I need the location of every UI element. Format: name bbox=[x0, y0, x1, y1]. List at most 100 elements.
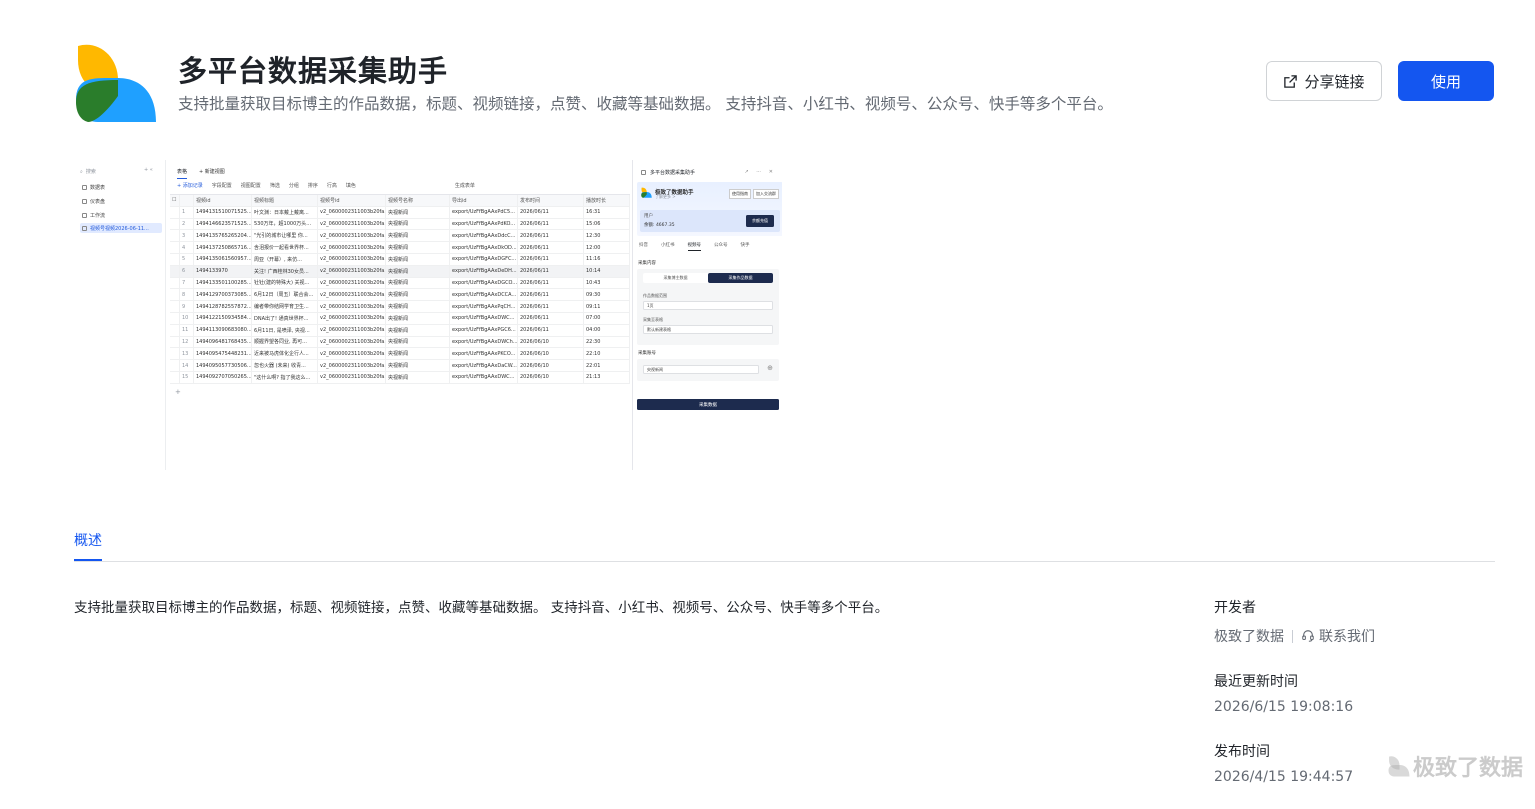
preview-table-cell: export/UzFfBgAAxPqCH... bbox=[450, 301, 518, 312]
preview-table-cell: 忽也火器 (未来) 收青... bbox=[252, 360, 318, 371]
share-link-label: 分享链接 bbox=[1304, 72, 1365, 91]
contact-us-link[interactable]: 联系我们 bbox=[1301, 626, 1375, 646]
preview-toolbar-item: 筛选 bbox=[269, 183, 280, 189]
preview-add-icon: + « bbox=[144, 167, 153, 173]
preview-row-index: 8 bbox=[180, 289, 194, 301]
preview-add-account-icon: ⊕ bbox=[767, 364, 773, 372]
developer-divider bbox=[1292, 629, 1293, 643]
preview-toolbar-item: 分组 bbox=[288, 183, 299, 189]
preview-table-cell: 2026/06/11 bbox=[518, 230, 584, 242]
preview-table-cell: 央视新闻 bbox=[386, 312, 450, 324]
preview-table-cell: 09:11 bbox=[584, 301, 630, 312]
preview-toolbar-item: 字段配置 bbox=[211, 183, 232, 189]
preview-group-button: 加入交流群 bbox=[753, 189, 779, 199]
preview-row-index: 6 bbox=[180, 265, 194, 277]
preview-table-row: 5 1494135061560957... 周亚（开幕）, 来仿... v2_0600… bbox=[170, 253, 630, 266]
preview-row-index: 11 bbox=[180, 324, 194, 336]
preview-table-cell: 04:00 bbox=[584, 324, 630, 336]
preview-row-checkbox bbox=[170, 324, 180, 336]
preview-table-cell: 1494122150934584... bbox=[194, 312, 252, 324]
preview-table-cell: 2026/06/11 bbox=[518, 301, 584, 312]
watermark-text: 极致了数据 bbox=[1413, 756, 1524, 781]
preview-table-cell: 央视新闻 bbox=[386, 324, 450, 336]
preview-header-index bbox=[180, 195, 194, 206]
preview-table-cell: 2026/06/11 bbox=[518, 277, 584, 289]
preview-platform-tab: 公众号 bbox=[714, 243, 728, 248]
preview-toolbar-item: 视图配置 bbox=[240, 183, 261, 189]
preview-column-header: 视频id bbox=[194, 195, 252, 206]
preview-table-cell: 2026/06/11 bbox=[518, 265, 584, 277]
preview-table-row: 3 1494135765265204... "光引的城市让哪里 你... v2_060… bbox=[170, 230, 630, 243]
preview-table-cell: export/UzFfBgAAxPdKO... bbox=[450, 218, 518, 230]
preview-table-cell: 央视新闻 bbox=[386, 371, 450, 383]
preview-platform-tab: 快手 bbox=[740, 243, 750, 248]
preview-table-cell: export/UzFfBgAAxDWC... bbox=[450, 371, 518, 383]
preview-table-cell: 含泪报价一起看世界杯... bbox=[252, 242, 318, 253]
preview-toolbar-item: 填色 bbox=[345, 183, 356, 189]
preview-table-cell: 钍钍(建的特殊大) 关视... bbox=[252, 277, 318, 289]
preview-table-select: 默认新建表格 bbox=[643, 325, 773, 334]
preview-account-input: 央视新闻 bbox=[643, 365, 759, 374]
preview-row-checkbox bbox=[170, 230, 180, 242]
share-link-button[interactable]: 分享链接 bbox=[1266, 61, 1382, 101]
preview-table-cell: export/UzFfBgAAxDeDH... bbox=[450, 265, 518, 277]
preview-account-box: 央视新闻 ⊕ bbox=[637, 359, 779, 381]
preview-content-box: 采集博主数据 采集作品数据 作品数据范围 1页 采集至表格 默认新建表格 bbox=[637, 269, 779, 345]
preview-row-index: 1 bbox=[180, 206, 194, 218]
preview-row-checkbox bbox=[170, 206, 180, 218]
tab-overview[interactable]: 概述 bbox=[74, 530, 102, 550]
preview-table-cell: 1494137250865716... bbox=[194, 242, 252, 253]
preview-table-cell: 央视新闻 bbox=[386, 253, 450, 265]
preview-field-label: 采集至表格 bbox=[643, 317, 663, 322]
preview-nav-item: 数据表 bbox=[80, 182, 162, 192]
share-icon bbox=[1284, 74, 1298, 88]
overview-description: 支持批量获取目标博主的作品数据，标题、视频链接，点赞、收藏等基础数据。 支持抖音… bbox=[74, 600, 889, 616]
preview-table-row: 1 1494131510071525... 叶文渊：日本戴上戴离... v2_0600… bbox=[170, 206, 630, 219]
app-description: 支持批量获取目标博主的作品数据，标题、视频链接，点赞、收藏等基础数据。 支持抖音… bbox=[178, 95, 1113, 113]
preview-segment-control: 采集博主数据 采集作品数据 bbox=[643, 273, 773, 283]
preview-panel-tools-icon: ↗ ⋯ ✕ bbox=[744, 169, 776, 175]
preview-row-checkbox bbox=[170, 277, 180, 289]
preview-table-cell: export/UzFfBgAAxPdC5... bbox=[450, 206, 518, 218]
preview-table-cell: 1494135061560957... bbox=[194, 253, 252, 265]
preview-row-index: 5 bbox=[180, 253, 194, 265]
preview-table-cell: 1494095057730506... bbox=[194, 360, 252, 371]
preview-table-row: 13 1494095475448231... 近来被马虎体化企行人... v2_060… bbox=[170, 348, 630, 361]
developer-name: 极致了数据 bbox=[1214, 629, 1284, 645]
preview-table-cell: 530万年，超1000万头... bbox=[252, 218, 318, 230]
preview-table-cell: export/UzFfBgAAxDaCW... bbox=[450, 360, 518, 371]
preview-table-cell: 央视新闻 bbox=[386, 301, 450, 312]
preview-nav-label: 工作流 bbox=[90, 212, 106, 219]
preview-table-cell: 12:00 bbox=[584, 242, 630, 253]
preview-platform-tab: 抖音 bbox=[639, 243, 648, 248]
preview-hero-buttons: 使用指南 加入交流群 bbox=[729, 189, 779, 199]
preview-row-checkbox bbox=[170, 265, 180, 277]
preview-nav-label: 仪表盘 bbox=[90, 198, 106, 205]
preview-screenshot: ⌕ 搜索 + « 数据表 仪表盘 工作流 视频号视频2026-06-11... … bbox=[74, 160, 782, 470]
preview-column-header: 视频号名称 bbox=[386, 195, 450, 206]
preview-table-cell: 1494113090683080... bbox=[194, 324, 252, 336]
preview-panel-header: 多平台数据采集助手 bbox=[641, 169, 695, 176]
preview-table-cell: v2_0600002311003b20fa... bbox=[318, 324, 386, 336]
preview-table-cell: 2026/06/11 bbox=[518, 253, 584, 265]
preview-table-cell: export/UzFfBgAAxDkOD... bbox=[450, 242, 518, 253]
preview-section-label: 采集账号 bbox=[638, 351, 656, 356]
preview-table-row: 8 1494129700373085... 6月12日（周五）联合会... v2_06… bbox=[170, 289, 630, 302]
watermark: 极致了数据 bbox=[1388, 750, 1523, 782]
preview-row-checkbox bbox=[170, 253, 180, 265]
preview-table-cell: export/UzFfBgAAxDWC... bbox=[450, 312, 518, 324]
preview-table-cell: v2_0600002311003b20fa... bbox=[318, 242, 386, 253]
preview-table-cell: 编者带你结网学育卫生... bbox=[252, 301, 318, 312]
preview-table-cell: 22:01 bbox=[584, 360, 630, 371]
published-time-value: 2026/4/15 19:44:57 bbox=[1214, 769, 1354, 785]
preview-row-index: 7 bbox=[180, 277, 194, 289]
preview-row-checkbox bbox=[170, 289, 180, 301]
preview-column-header: 视频号id bbox=[318, 195, 386, 206]
preview-view-tabs: 表格 + 新建视图 bbox=[177, 168, 225, 179]
preview-table-cell: v2_0600002311003b20fa... bbox=[318, 218, 386, 230]
preview-table-cell: export/UzFfBgAAxPGC6... bbox=[450, 324, 518, 336]
preview-row-index: 3 bbox=[180, 230, 194, 242]
use-button[interactable]: 使用 bbox=[1398, 61, 1494, 101]
preview-grid-header: ☐ 视频id 视频标题 视频号id 视频号名称 导出id 发布时间 播放时长 bbox=[170, 195, 630, 207]
preview-table-cell: 央视新闻 bbox=[386, 289, 450, 301]
